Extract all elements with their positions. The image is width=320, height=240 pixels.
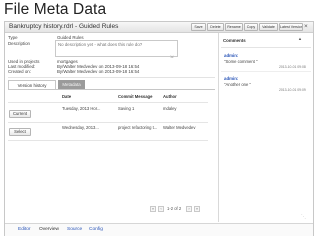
- comment-text: "Another one ": [224, 82, 251, 87]
- validate-button[interactable]: Validate: [259, 23, 278, 31]
- save-button[interactable]: Save: [191, 23, 206, 31]
- row-commit-message: project refactoring t...: [118, 125, 158, 130]
- created-on-label: Created on:: [8, 69, 31, 74]
- last-page-icon[interactable]: »: [194, 206, 200, 212]
- resize-grip-icon[interactable]: ⋱: [301, 214, 306, 220]
- comments-panel: Comments admin: "Some comment " 2013-10-…: [218, 33, 313, 222]
- table-header-line: [8, 102, 208, 103]
- document-title: Bankruptcy history.rdrl - Guided Rules: [9, 23, 119, 30]
- current-version-button[interactable]: Current: [9, 110, 31, 118]
- tab-version-history[interactable]: Version history: [8, 80, 56, 89]
- tab-underline: [8, 89, 215, 90]
- tab-source[interactable]: Source: [67, 227, 82, 232]
- comment-author[interactable]: admin:: [224, 53, 238, 58]
- comment-time: 2013-10-01 09:08: [279, 65, 306, 69]
- comments-heading: Comments: [223, 38, 246, 43]
- comment-author[interactable]: admin:: [224, 76, 238, 81]
- column-header-commit-message[interactable]: Commit Message: [118, 94, 152, 99]
- rename-button[interactable]: Rename: [225, 23, 243, 31]
- latest-version-dropdown[interactable]: Latest Version ▾: [279, 23, 303, 31]
- row-commit-message: Saving 1: [118, 106, 135, 111]
- comment-text: "Some comment ": [224, 59, 258, 64]
- first-page-icon[interactable]: «: [150, 206, 156, 212]
- scroll-up-icon[interactable]: ▲: [298, 36, 302, 41]
- comments-divider: [221, 47, 311, 48]
- select-version-button[interactable]: Select: [9, 128, 31, 136]
- created-on-value: By/Walter Medvedev on 2013-09-18 16:54: [57, 69, 140, 74]
- row-author: Walter Medvedev: [163, 125, 196, 130]
- row-date: Wednesday, 2013...: [62, 125, 99, 130]
- tab-metadata[interactable]: Metadata: [58, 80, 85, 89]
- description-label: Description: [8, 41, 30, 46]
- tab-editor[interactable]: Editor: [18, 227, 31, 232]
- row-divider: [8, 122, 208, 123]
- latest-version-label: Latest Version: [280, 25, 303, 29]
- divider: [8, 77, 215, 78]
- column-header-author[interactable]: Author: [163, 94, 177, 99]
- copy-button[interactable]: Copy: [244, 23, 258, 31]
- prev-page-icon[interactable]: ‹: [158, 206, 164, 212]
- row-divider: [8, 140, 208, 141]
- description-input[interactable]: [55, 40, 178, 57]
- column-header-date[interactable]: Date: [62, 94, 71, 99]
- tab-overview[interactable]: Overview: [39, 227, 59, 232]
- comment-time: 2013-10-01 09:09: [279, 88, 306, 92]
- expand-icon[interactable]: ⇲: [170, 54, 173, 59]
- slide-title: File Meta Data: [4, 1, 107, 18]
- row-author: mdaley: [163, 106, 177, 111]
- pager-range: 1-2 of 2: [167, 206, 182, 211]
- delete-button[interactable]: Delete: [207, 23, 224, 31]
- overview-window: Bankruptcy history.rdrl - Guided Rules S…: [4, 21, 314, 236]
- type-label: Type: [8, 35, 18, 40]
- tab-config[interactable]: Config: [89, 227, 103, 232]
- close-icon[interactable]: ×: [304, 23, 308, 31]
- next-page-icon[interactable]: ›: [186, 206, 192, 212]
- row-date: Tuesday, 2013 Hor...: [62, 106, 101, 111]
- editor-footer-tabs: Editor Overview Source Config: [5, 223, 313, 236]
- editor-header: Bankruptcy history.rdrl - Guided Rules S…: [5, 22, 313, 33]
- comment-divider: [221, 71, 311, 72]
